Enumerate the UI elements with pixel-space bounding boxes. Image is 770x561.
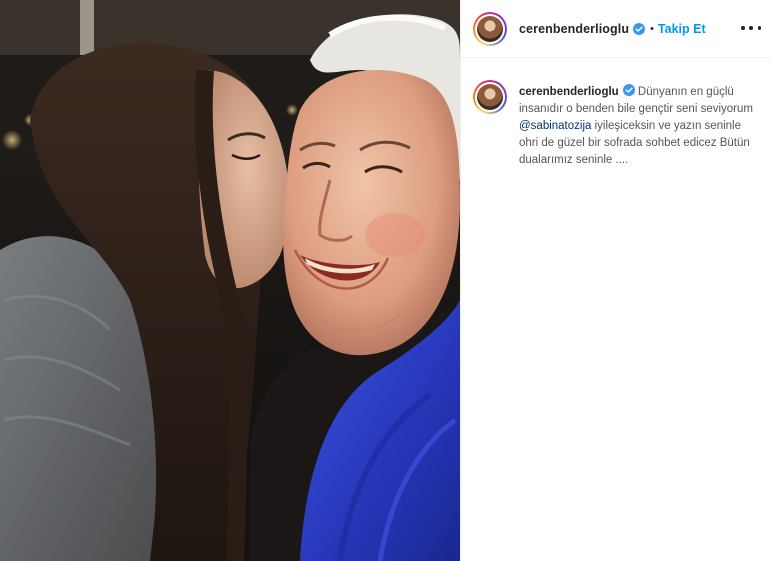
follow-button[interactable]: Takip Et	[658, 22, 706, 36]
caption-verified-badge-icon	[622, 84, 635, 96]
more-horizontal-icon[interactable]	[741, 20, 761, 36]
caption-avatar[interactable]	[473, 80, 507, 114]
avatar[interactable]	[473, 11, 507, 46]
caption: cerenbenderlioglu Dünyanın en güçlü insa…	[473, 80, 763, 169]
header-separator: •	[650, 22, 654, 35]
post-side-panel: cerenbenderlioglu • Takip Et cerenbender…	[460, 0, 770, 561]
post-header: cerenbenderlioglu • Takip Et	[461, 0, 770, 58]
caption-mention-link[interactable]: @sabinatozija	[519, 120, 591, 132]
caption-username[interactable]: cerenbenderlioglu	[519, 86, 619, 98]
caption-text: cerenbenderlioglu Dünyanın en güçlü insa…	[519, 84, 755, 169]
avatar-image	[477, 15, 503, 42]
post-photo[interactable]	[0, 0, 460, 561]
photo-illustration	[0, 0, 460, 561]
post-username[interactable]: cerenbenderlioglu	[519, 22, 629, 36]
verified-badge-icon	[633, 22, 646, 35]
caption-avatar-image	[477, 84, 503, 110]
